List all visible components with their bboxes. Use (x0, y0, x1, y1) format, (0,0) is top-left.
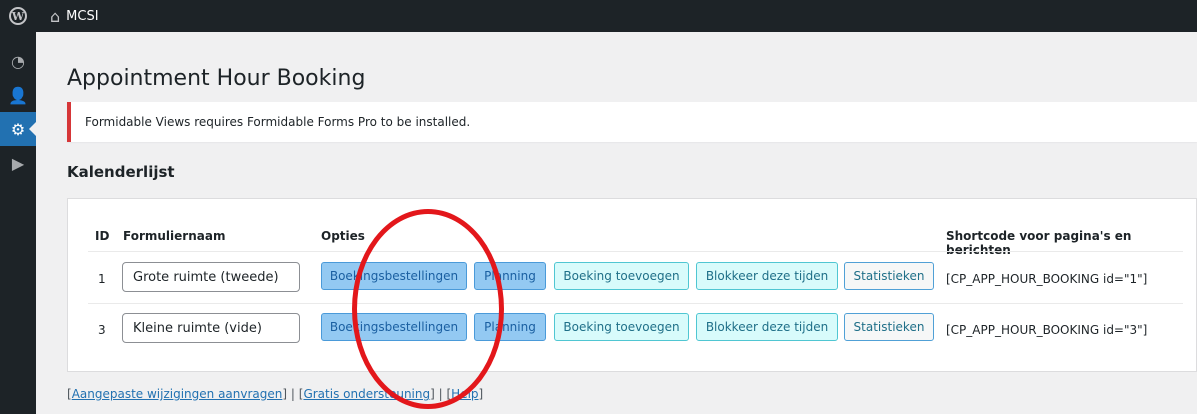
admin-sidebar: ◔ 👤 ⚙ ▶ (0, 32, 36, 414)
footer-links: [Aangepaste wijzigingen aanvragen] | [Gr… (67, 387, 483, 401)
notice-text: Formidable Views requires Formidable For… (85, 115, 471, 129)
block-times-button[interactable]: Blokkeer deze tijden (696, 262, 838, 290)
row-id: 3 (98, 323, 106, 337)
planning-button[interactable]: Planning (474, 313, 546, 341)
row-divider (88, 303, 1183, 304)
orders-button[interactable]: Boekingsbestellingen (321, 262, 467, 290)
header-name: Formuliernaam (123, 229, 226, 243)
separator-text: ] | [ (430, 387, 452, 401)
planning-button[interactable]: Planning (474, 262, 546, 290)
main-content: Appointment Hour Booking Formidable View… (36, 32, 1197, 414)
row-divider (88, 251, 1183, 252)
orders-button[interactable]: Boekingsbestellingen (321, 313, 467, 341)
page-title: Appointment Hour Booking (67, 66, 366, 91)
header-id: ID (95, 229, 110, 243)
statistics-button[interactable]: Statistieken (844, 313, 934, 341)
block-times-button[interactable]: Blokkeer deze tijden (696, 313, 838, 341)
wordpress-logo-icon[interactable]: W (0, 0, 36, 32)
add-booking-button[interactable]: Boeking toevoegen (554, 262, 689, 290)
site-name: MCSI (66, 8, 99, 24)
form-name-input[interactable]: Kleine ruimte (vide) (122, 313, 300, 343)
settings-icon[interactable]: ⚙ (0, 112, 36, 146)
separator-text: ] | [ (282, 387, 304, 401)
section-title: Kalenderlijst (67, 163, 175, 181)
shortcode-text: [CP_APP_HOUR_BOOKING id="3"] (946, 323, 1148, 337)
dashboard-icon[interactable]: ◔ (0, 44, 36, 78)
bracket-text: ] (478, 387, 484, 401)
row-id: 1 (98, 272, 106, 286)
calendar-list-table: ID Formuliernaam Opties Shortcode voor p… (67, 198, 1197, 372)
statistics-button[interactable]: Statistieken (844, 262, 934, 290)
free-support-link[interactable]: Gratis ondersteuning (303, 387, 430, 401)
add-booking-button[interactable]: Boeking toevoegen (554, 313, 689, 341)
form-name-input[interactable]: Grote ruimte (tweede) (122, 262, 300, 292)
site-name-link[interactable]: ⌂ MCSI (50, 7, 99, 26)
shortcode-text: [CP_APP_HOUR_BOOKING id="1"] (946, 272, 1148, 286)
header-options: Opties (321, 229, 365, 243)
play-icon[interactable]: ▶ (0, 146, 36, 180)
admin-bar: W ⌂ MCSI (0, 0, 1197, 32)
home-icon: ⌂ (50, 6, 61, 26)
help-link[interactable]: Help (451, 387, 478, 401)
users-icon[interactable]: 👤 (0, 78, 36, 112)
header-shortcode: Shortcode voor pagina's en berichten (946, 229, 1132, 257)
custom-changes-link[interactable]: Aangepaste wijzigingen aanvragen (72, 387, 283, 401)
error-notice: Formidable Views requires Formidable For… (67, 102, 1197, 142)
